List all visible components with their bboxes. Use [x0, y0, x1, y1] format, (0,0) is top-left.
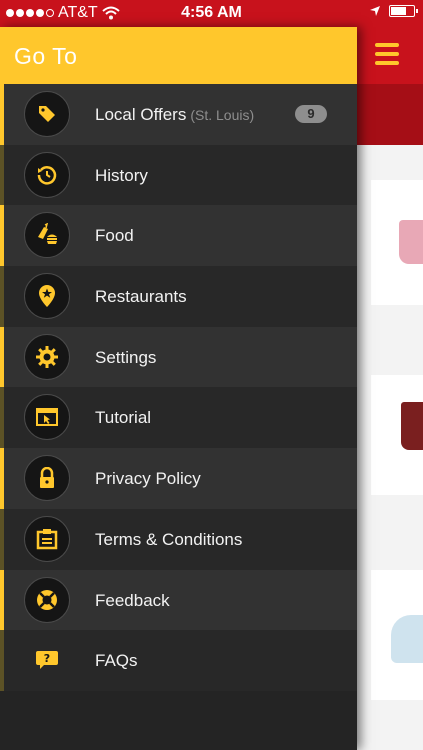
menu-item-privacy-policy[interactable]: Privacy Policy — [0, 448, 357, 509]
menu-item-label: History — [95, 165, 148, 185]
drawer-header: Go To — [0, 27, 357, 84]
menu-item-label: FAQs — [95, 651, 138, 671]
menu-item-feedback[interactable]: Feedback — [0, 569, 357, 631]
dessert-image — [391, 615, 423, 663]
menu-item-food[interactable]: Food — [0, 205, 357, 267]
drink-image — [399, 220, 423, 264]
tag-icon — [24, 91, 70, 137]
navigation-drawer: Go To Local Offers (St. Louis) 9 History … — [0, 27, 357, 750]
menu-item-settings[interactable]: Settings — [0, 326, 357, 388]
menu-item-terms[interactable]: Terms & Conditions — [0, 508, 357, 570]
status-right — [369, 5, 418, 17]
lock-icon — [24, 455, 70, 502]
menu-item-restaurants[interactable]: Restaurants — [0, 266, 357, 327]
drink-image — [401, 402, 423, 450]
menu-item-tutorial[interactable]: Tutorial — [0, 387, 357, 449]
app-tab-strip — [357, 84, 423, 145]
menu-item-label: Feedback — [95, 590, 170, 610]
menu-item-label: Terms & Conditions — [95, 529, 243, 549]
location-arrow-icon — [370, 6, 380, 16]
menu-item-label: Food — [95, 226, 134, 246]
clipboard-icon — [24, 515, 70, 562]
menu-item-sublabel: (St. Louis) — [190, 107, 255, 123]
location-pin-icon — [24, 273, 70, 320]
menu-item-history[interactable]: History — [0, 144, 357, 206]
menu-item-label: Restaurants — [95, 287, 187, 307]
menu-item-local-offers[interactable]: Local Offers (St. Louis) 9 — [0, 84, 357, 145]
tutorial-icon — [24, 394, 70, 441]
gear-icon — [24, 333, 70, 380]
history-icon — [24, 151, 70, 198]
app-header — [357, 27, 423, 84]
drawer-title: Go To — [14, 43, 78, 69]
drawer-menu: Local Offers (St. Louis) 9 History Food R… — [0, 84, 357, 691]
product-card[interactable] — [371, 570, 423, 700]
lifebuoy-icon — [24, 576, 70, 623]
menu-item-label: Local Offers (St. Louis) — [95, 105, 255, 124]
menu-item-label: Privacy Policy — [95, 469, 201, 489]
menu-item-faqs[interactable]: ? FAQs — [0, 630, 357, 691]
battery-icon — [389, 5, 418, 17]
status-bar: AT&T 4:56 AM — [0, 0, 423, 27]
app-content — [357, 145, 423, 750]
menu-item-label: Tutorial — [95, 408, 152, 428]
hamburger-menu-icon[interactable] — [375, 43, 399, 70]
menu-item-label: Settings — [95, 347, 157, 367]
food-icon — [24, 212, 70, 259]
product-card[interactable] — [371, 180, 423, 305]
status-time: 4:56 AM — [181, 4, 242, 21]
question-bubble-icon: ? — [24, 637, 70, 683]
svg-text:?: ? — [44, 652, 50, 665]
offers-count-badge: 9 — [295, 105, 327, 123]
product-card[interactable] — [371, 375, 423, 495]
